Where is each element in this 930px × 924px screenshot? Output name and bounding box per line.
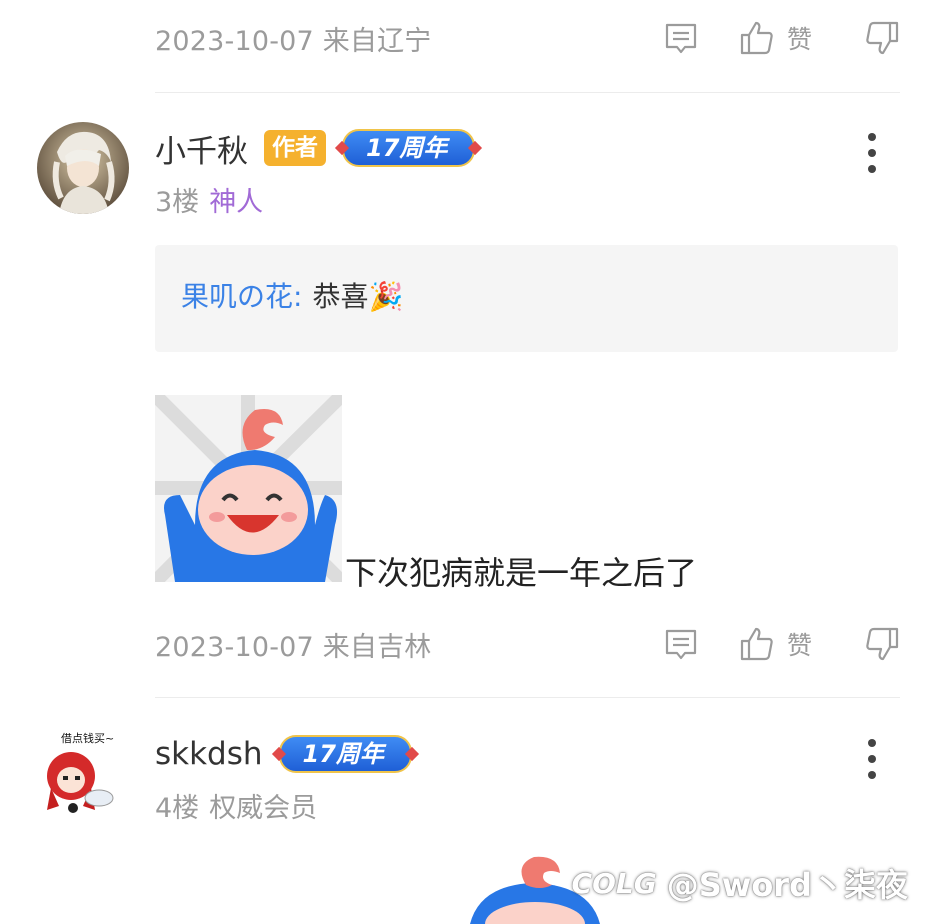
comment-actions: 赞 xyxy=(663,619,900,669)
quote-text: 恭喜🎉 xyxy=(312,280,404,313)
avatar[interactable]: 借点钱买~ xyxy=(37,728,129,820)
dislike-button[interactable] xyxy=(864,20,900,56)
like-label: 赞 xyxy=(786,25,812,54)
username[interactable]: 小千秋 xyxy=(155,126,248,171)
user-subinfo: 3楼 神人 xyxy=(155,180,263,219)
quoted-reply[interactable]: 果叽の花: 恭喜🎉 xyxy=(155,245,898,352)
floor-number: 4楼 xyxy=(155,793,200,824)
like-label: 赞 xyxy=(786,631,812,660)
comment-text: 下次犯病就是一年之后了 xyxy=(345,554,698,592)
comment-actions: 赞 xyxy=(663,13,900,63)
thumbs-down-icon xyxy=(866,627,899,661)
watermark-logo: COLG xyxy=(571,866,657,900)
author-badge: 作者 xyxy=(264,130,326,166)
anniversary-badge: 17周年 xyxy=(278,735,412,773)
more-icon xyxy=(868,133,876,141)
dislike-button[interactable] xyxy=(864,626,900,662)
comment-date-location: 2023-10-07 来自辽宁 xyxy=(155,25,432,57)
reply-button[interactable] xyxy=(663,626,699,662)
reply-icon xyxy=(665,629,697,660)
floor-number: 3楼 xyxy=(155,187,200,218)
user-subinfo: 4楼 权威会员 xyxy=(155,786,317,825)
sticker-image[interactable] xyxy=(155,395,342,582)
user-header: skkdsh 17周年 xyxy=(155,729,412,779)
reply-button[interactable] xyxy=(663,20,699,56)
avatar-caption: 借点钱买~ xyxy=(61,731,114,745)
thumbs-down-icon xyxy=(866,21,899,55)
comment-2-meta: 2023-10-07 来自吉林 赞 xyxy=(155,619,900,669)
user-title: 神人 xyxy=(209,187,264,218)
avatar[interactable] xyxy=(37,122,129,214)
user-title: 权威会员 xyxy=(209,793,318,824)
divider xyxy=(155,92,900,93)
quote-author[interactable]: 果叽の花: xyxy=(181,275,302,315)
thumbs-up-icon xyxy=(740,627,773,661)
watermark-text: @Sword丶柒夜 xyxy=(666,866,908,904)
reply-icon xyxy=(665,23,697,54)
more-button[interactable] xyxy=(866,739,878,779)
more-button[interactable] xyxy=(866,133,878,173)
thumbs-up-icon xyxy=(740,21,773,55)
user-header: 小千秋 作者 17周年 xyxy=(155,123,476,173)
anniversary-badge: 17周年 xyxy=(342,129,476,167)
watermark: COLG @Sword丶柒夜 xyxy=(572,860,908,906)
more-icon xyxy=(868,739,876,747)
comment-feed: 2023-10-07 来自辽宁 赞 小千秋 作者 17周年 3楼 神人 果叽の花… xyxy=(0,0,930,924)
like-button[interactable]: 赞 xyxy=(739,626,812,662)
comment-1-meta: 2023-10-07 来自辽宁 赞 xyxy=(155,13,900,63)
like-button[interactable]: 赞 xyxy=(739,20,812,56)
comment-date-location: 2023-10-07 来自吉林 xyxy=(155,631,432,663)
avatar-image xyxy=(37,122,129,214)
username[interactable]: skkdsh xyxy=(155,736,263,772)
avatar-image: 借点钱买~ xyxy=(37,728,129,820)
divider xyxy=(155,697,900,698)
